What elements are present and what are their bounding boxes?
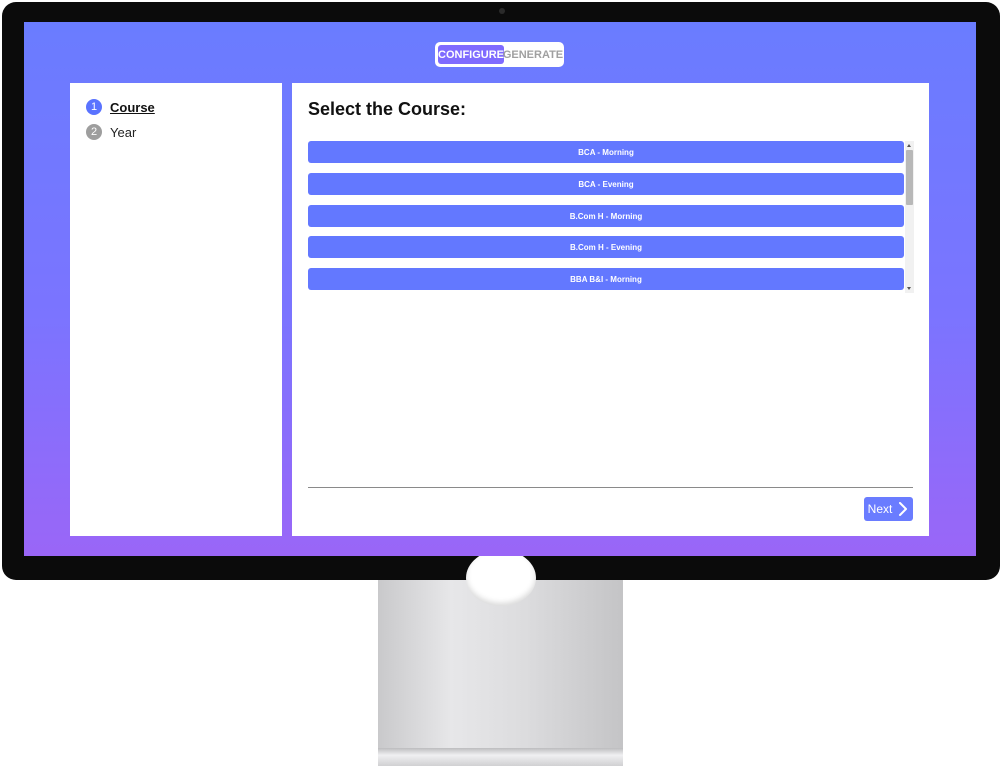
step-course[interactable]: 1 Course	[86, 99, 155, 115]
stand-base	[378, 748, 623, 766]
page-title: Select the Course:	[308, 99, 467, 119]
scroll-down-arrow-icon[interactable]	[907, 287, 911, 290]
course-button[interactable]: B.Com H - Evening	[308, 236, 904, 258]
course-button[interactable]: B.Com H - Morning	[308, 205, 904, 227]
generate-toggle-button[interactable]: GENERATE	[503, 45, 563, 64]
camera-icon	[499, 8, 505, 14]
step-number: 2	[86, 124, 102, 140]
monitor-stand	[378, 550, 623, 766]
course-button[interactable]: BCA - Evening	[308, 173, 904, 195]
app-screen: CONFIGURE GENERATE 1 Course 2 Year Selec…	[24, 22, 976, 556]
monitor-mockup: CONFIGURE GENERATE 1 Course 2 Year Selec…	[0, 0, 1001, 770]
course-selection-panel: Select the Course: BCA - Morning BCA - E…	[292, 83, 929, 536]
course-list-scrollbar[interactable]	[905, 141, 914, 293]
step-year[interactable]: 2 Year	[86, 124, 136, 140]
scroll-thumb[interactable]	[906, 150, 913, 205]
course-button[interactable]: BCA - Morning	[308, 141, 904, 163]
chevron-right-icon	[899, 502, 908, 516]
course-list: BCA - Morning BCA - Evening B.Com H - Mo…	[308, 141, 914, 293]
next-button[interactable]: Next	[864, 497, 913, 521]
step-label: Course	[110, 99, 155, 115]
scroll-up-arrow-icon[interactable]	[907, 144, 911, 147]
course-button[interactable]: BBA B&I - Morning	[308, 268, 904, 290]
footer-divider	[308, 487, 913, 488]
stand-cutout	[466, 550, 536, 606]
step-label: Year	[110, 124, 137, 140]
configure-toggle-button[interactable]: CONFIGURE	[438, 45, 504, 64]
step-number: 1	[86, 99, 102, 115]
steps-panel: 1 Course 2 Year	[70, 83, 282, 536]
next-button-label: Next	[867, 502, 893, 516]
mode-toggle: CONFIGURE GENERATE	[435, 42, 564, 67]
